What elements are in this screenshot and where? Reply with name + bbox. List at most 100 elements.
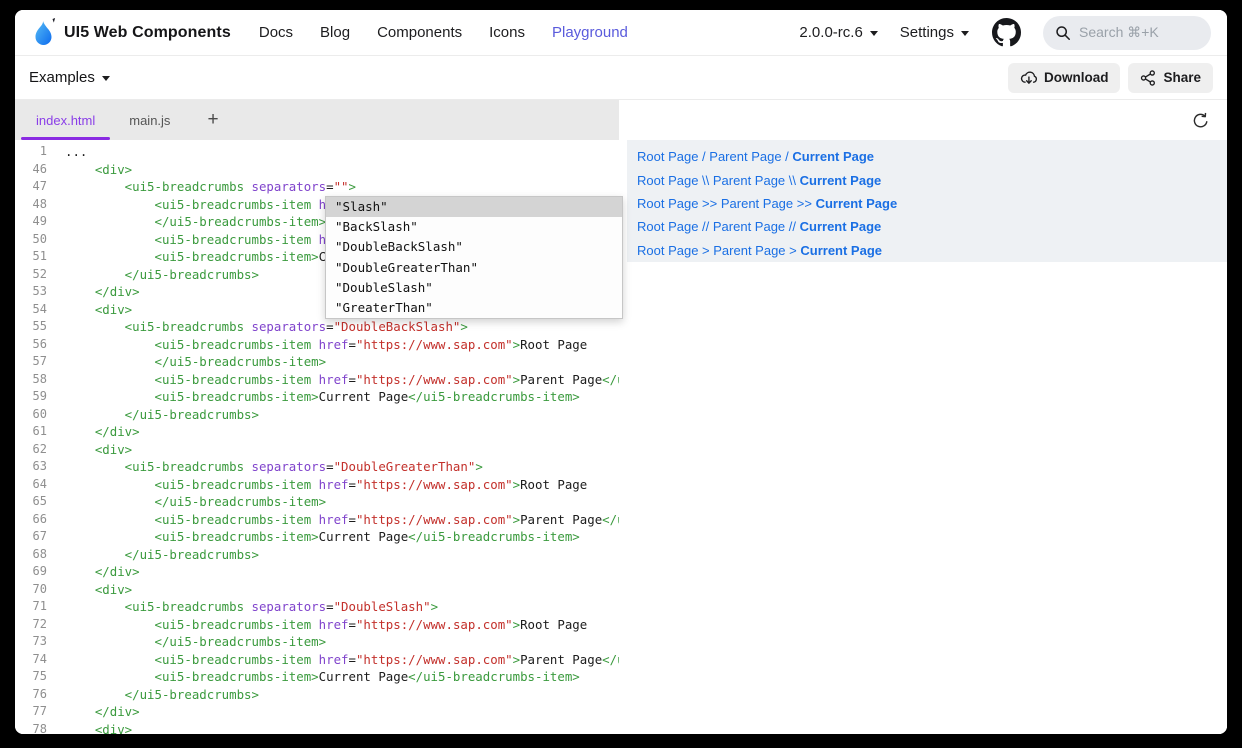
line-number: 75	[15, 668, 47, 686]
line-number: 49	[15, 213, 47, 231]
app-window: UI5 Web Components Docs Blog Components Ico…	[15, 10, 1227, 734]
download-button[interactable]: Download	[1008, 63, 1121, 93]
line-number: 47	[15, 178, 47, 196]
breadcrumb-link[interactable]: Parent Page	[721, 196, 793, 211]
nav-item-playground[interactable]: Playground	[552, 24, 628, 41]
search-placeholder: Search ⌘+K	[1079, 24, 1159, 41]
code-line: 72 <ui5-breadcrumbs-item href="https://w…	[15, 616, 619, 634]
editor-tab-index-html[interactable]: index.html	[19, 100, 112, 140]
code-line: 57 </ui5-breadcrumbs-item>	[15, 353, 619, 371]
brand-title: UI5 Web Components	[64, 24, 231, 42]
share-icon	[1140, 70, 1156, 86]
breadcrumb-link[interactable]: Root Page	[637, 243, 698, 258]
breadcrumb-link[interactable]: Parent Page	[713, 243, 785, 258]
line-number: 55	[15, 318, 47, 336]
line-number: 63	[15, 458, 47, 476]
top-navbar: UI5 Web Components Docs Blog Components Ico…	[15, 10, 1227, 56]
nav-item-icons[interactable]: Icons	[489, 24, 525, 41]
line-number: 64	[15, 476, 47, 494]
line-number: 76	[15, 686, 47, 704]
search-input[interactable]: Search ⌘+K	[1043, 16, 1211, 50]
code-line: 47 <ui5-breadcrumbs separators="">	[15, 178, 619, 196]
code-line: 46 <div>	[15, 161, 619, 179]
autocomplete-option[interactable]: "GreaterThan"	[326, 298, 622, 318]
breadcrumb-link[interactable]: Root Page	[637, 173, 698, 188]
share-button[interactable]: Share	[1128, 63, 1213, 93]
code-line: 55 <ui5-breadcrumbs separators="DoubleBa…	[15, 318, 619, 336]
code-line: 68 </ui5-breadcrumbs>	[15, 546, 619, 564]
line-number: 77	[15, 703, 47, 721]
line-number: 50	[15, 231, 47, 249]
chevron-down-icon	[870, 31, 878, 36]
autocomplete-option[interactable]: "DoubleSlash"	[326, 278, 622, 298]
autocomplete-option[interactable]: "Slash"	[326, 197, 622, 217]
line-number: 78	[15, 721, 47, 735]
editor-tabbar: index.htmlmain.js+	[15, 100, 619, 140]
breadcrumb-current: Current Page	[800, 243, 882, 258]
line-number: 70	[15, 581, 47, 599]
line-number: 54	[15, 301, 47, 319]
line-number: 51	[15, 248, 47, 266]
code-line: 64 <ui5-breadcrumbs-item href="https://w…	[15, 476, 619, 494]
chevron-down-icon	[102, 76, 110, 81]
examples-toolbar: Examples Download Shar	[15, 56, 1227, 100]
examples-dropdown[interactable]: Examples	[29, 69, 110, 86]
line-number: 71	[15, 598, 47, 616]
code-line: 58 <ui5-breadcrumbs-item href="https://w…	[15, 371, 619, 389]
search-icon	[1055, 25, 1071, 41]
breadcrumb-link[interactable]: Root Page	[637, 196, 698, 211]
code-line: 1...	[15, 143, 619, 161]
breadcrumb-separator: \\	[698, 173, 712, 188]
breadcrumb-separator: >	[786, 243, 801, 258]
code-line: 78 <div>	[15, 721, 619, 735]
nav-item-components[interactable]: Components	[377, 24, 462, 41]
breadcrumb-row: Root Page >> Parent Page >> Current Page	[637, 192, 1227, 215]
refresh-button[interactable]	[1189, 109, 1211, 131]
code-line: 70 <div>	[15, 581, 619, 599]
brand[interactable]: UI5 Web Components	[31, 18, 231, 47]
code-line: 77 </div>	[15, 703, 619, 721]
version-label: 2.0.0-rc.6	[799, 24, 862, 41]
breadcrumb-separator: \\	[785, 173, 799, 188]
breadcrumb-row: Root Page // Parent Page // Current Page	[637, 215, 1227, 238]
breadcrumb-separator: >	[698, 243, 713, 258]
line-number: 73	[15, 633, 47, 651]
breadcrumb-link[interactable]: Root Page	[637, 149, 698, 164]
breadcrumb-link[interactable]: Root Page	[637, 219, 698, 234]
editor-tab-main-js[interactable]: main.js	[112, 100, 187, 140]
settings-dropdown[interactable]: Settings	[900, 24, 969, 41]
breadcrumb-current: Current Page	[816, 196, 898, 211]
line-number: 65	[15, 493, 47, 511]
breadcrumb-link[interactable]: Parent Page	[713, 219, 785, 234]
nav-item-docs[interactable]: Docs	[259, 24, 293, 41]
breadcrumb-link[interactable]: Parent Page	[709, 149, 781, 164]
line-number: 57	[15, 353, 47, 371]
new-tab-button[interactable]: +	[193, 100, 232, 140]
line-number: 62	[15, 441, 47, 459]
autocomplete-option[interactable]: "DoubleBackSlash"	[326, 237, 622, 257]
autocomplete-option[interactable]: "DoubleGreaterThan"	[326, 258, 622, 278]
line-number: 66	[15, 511, 47, 529]
breadcrumb-link[interactable]: Parent Page	[713, 173, 785, 188]
line-number: 60	[15, 406, 47, 424]
version-dropdown[interactable]: 2.0.0-rc.6	[799, 24, 877, 41]
settings-label: Settings	[900, 24, 954, 41]
code-line: 75 <ui5-breadcrumbs-item>Current Page</u…	[15, 668, 619, 686]
breadcrumb-separator: >>	[793, 196, 815, 211]
line-number: 61	[15, 423, 47, 441]
line-number: 58	[15, 371, 47, 389]
ui5-flame-logo-icon	[31, 18, 56, 47]
code-line: 71 <ui5-breadcrumbs separators="DoubleSl…	[15, 598, 619, 616]
breadcrumb-separator: /	[698, 149, 709, 164]
github-icon	[992, 18, 1021, 47]
autocomplete-option[interactable]: "BackSlash"	[326, 217, 622, 237]
breadcrumb-row: Root Page \\ Parent Page \\ Current Page	[637, 168, 1227, 191]
nav-item-blog[interactable]: Blog	[320, 24, 350, 41]
code-line: 76 </ui5-breadcrumbs>	[15, 686, 619, 704]
autocomplete-popup: "Slash""BackSlash""DoubleBackSlash""Doub…	[325, 196, 623, 319]
refresh-icon	[1192, 112, 1209, 129]
code-line: 56 <ui5-breadcrumbs-item href="https://w…	[15, 336, 619, 354]
breadcrumb-current: Current Page	[792, 149, 874, 164]
github-link[interactable]	[991, 18, 1021, 48]
breadcrumb-separator: //	[698, 219, 712, 234]
